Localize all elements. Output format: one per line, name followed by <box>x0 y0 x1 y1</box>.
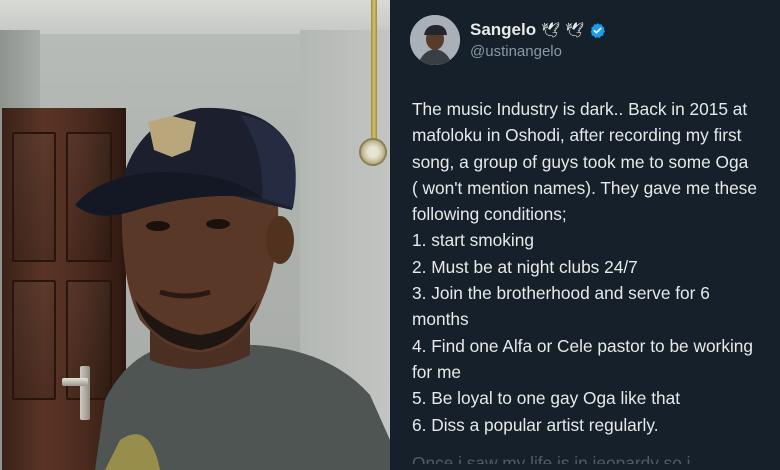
tweet-line: 6. Diss a popular artist regularly. <box>412 414 659 435</box>
tweet-line: 4. Find one Alfa or Cele pastor to be wo… <box>412 335 754 356</box>
tweet-line: 1. start smoking <box>412 230 534 251</box>
display-name-row: Sangelo 🕊 🕊 <box>470 20 606 40</box>
tweet-line: following conditions; <box>412 204 567 225</box>
dove-emoji-icon: 🕊 <box>565 21 585 39</box>
tweet-line: 2. Must be at night clubs 24/7 <box>412 256 638 277</box>
tweet-line: months <box>412 309 469 330</box>
tweet-card: Sangelo 🕊 🕊 @ustinangelo The music Indus… <box>390 0 780 470</box>
tweet-header: Sangelo 🕊 🕊 @ustinangelo <box>410 14 606 66</box>
tweet-line: 3. Join the brotherhood and serve for 6 <box>412 283 710 304</box>
tweet-line-cutoff: Once i saw my life is in jeopardy so i <box>412 452 691 464</box>
tweet-line: for me <box>412 361 461 382</box>
dove-emoji-icon: 🕊 <box>541 21 561 39</box>
avatar-image <box>410 15 460 65</box>
tweet-line: The music Industry is dark.. Back in 201… <box>412 99 748 119</box>
author-names: Sangelo 🕊 🕊 @ustinangelo <box>470 20 606 60</box>
photo-panel <box>0 0 390 470</box>
tweet-line: song, a group of guys took me to some Og… <box>412 151 749 172</box>
user-handle[interactable]: @ustinangelo <box>470 43 606 60</box>
tweet-line: mafoloku in Oshodi, after recording my f… <box>412 125 742 146</box>
tweet-line: ( won't mention names). They gave me the… <box>412 177 757 198</box>
verified-badge-icon <box>590 22 606 38</box>
tweet-text: The music Industry is dark.. Back in 201… <box>412 96 780 464</box>
man-in-cap-photo <box>75 107 390 470</box>
display-name[interactable]: Sangelo <box>470 20 536 40</box>
avatar[interactable] <box>410 15 460 65</box>
tweet-line: 5. Be loyal to one gay Oga like that <box>412 388 681 409</box>
